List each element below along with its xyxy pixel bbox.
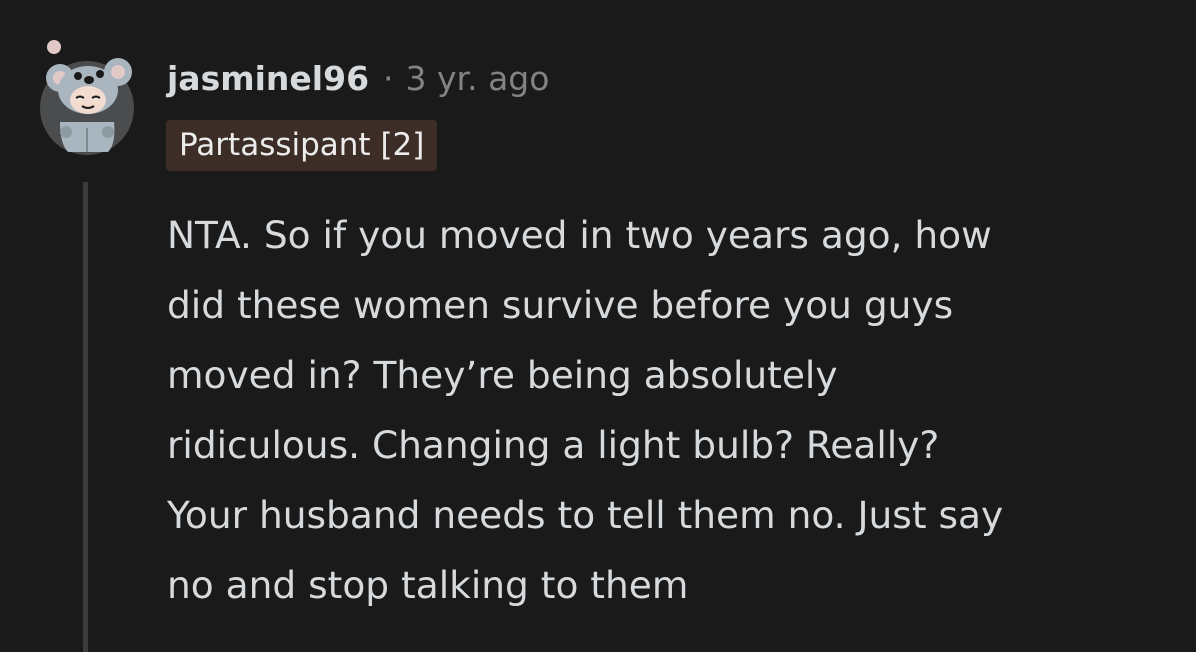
comment-body-line: ridiculous. Changing a light bulb? Reall… [167, 423, 940, 467]
comment-body: NTA. So if you moved in two years ago, h… [167, 200, 1177, 620]
comment-timestamp[interactable]: 3 yr. ago [406, 59, 550, 98]
thread-collapse-line[interactable] [83, 182, 88, 652]
comment-body-line: no and stop talking to them [167, 563, 689, 607]
meta-separator: · [383, 58, 394, 98]
comment-body-line: Your husband needs to tell them no. Just… [167, 493, 1004, 537]
author-username[interactable]: jasminel96 [167, 59, 369, 98]
user-flair-badge: Partassipant [2] [166, 120, 438, 171]
comment-body-line: moved in? They’re being absolutely [167, 353, 838, 397]
comment-body-line: NTA. So if you moved in two years ago, h… [167, 213, 992, 257]
comment-body-line: did these women survive before you guys [167, 283, 954, 327]
user-avatar-icon[interactable] [38, 36, 136, 156]
comment-meta: jasminel96 · 3 yr. ago [167, 56, 549, 100]
